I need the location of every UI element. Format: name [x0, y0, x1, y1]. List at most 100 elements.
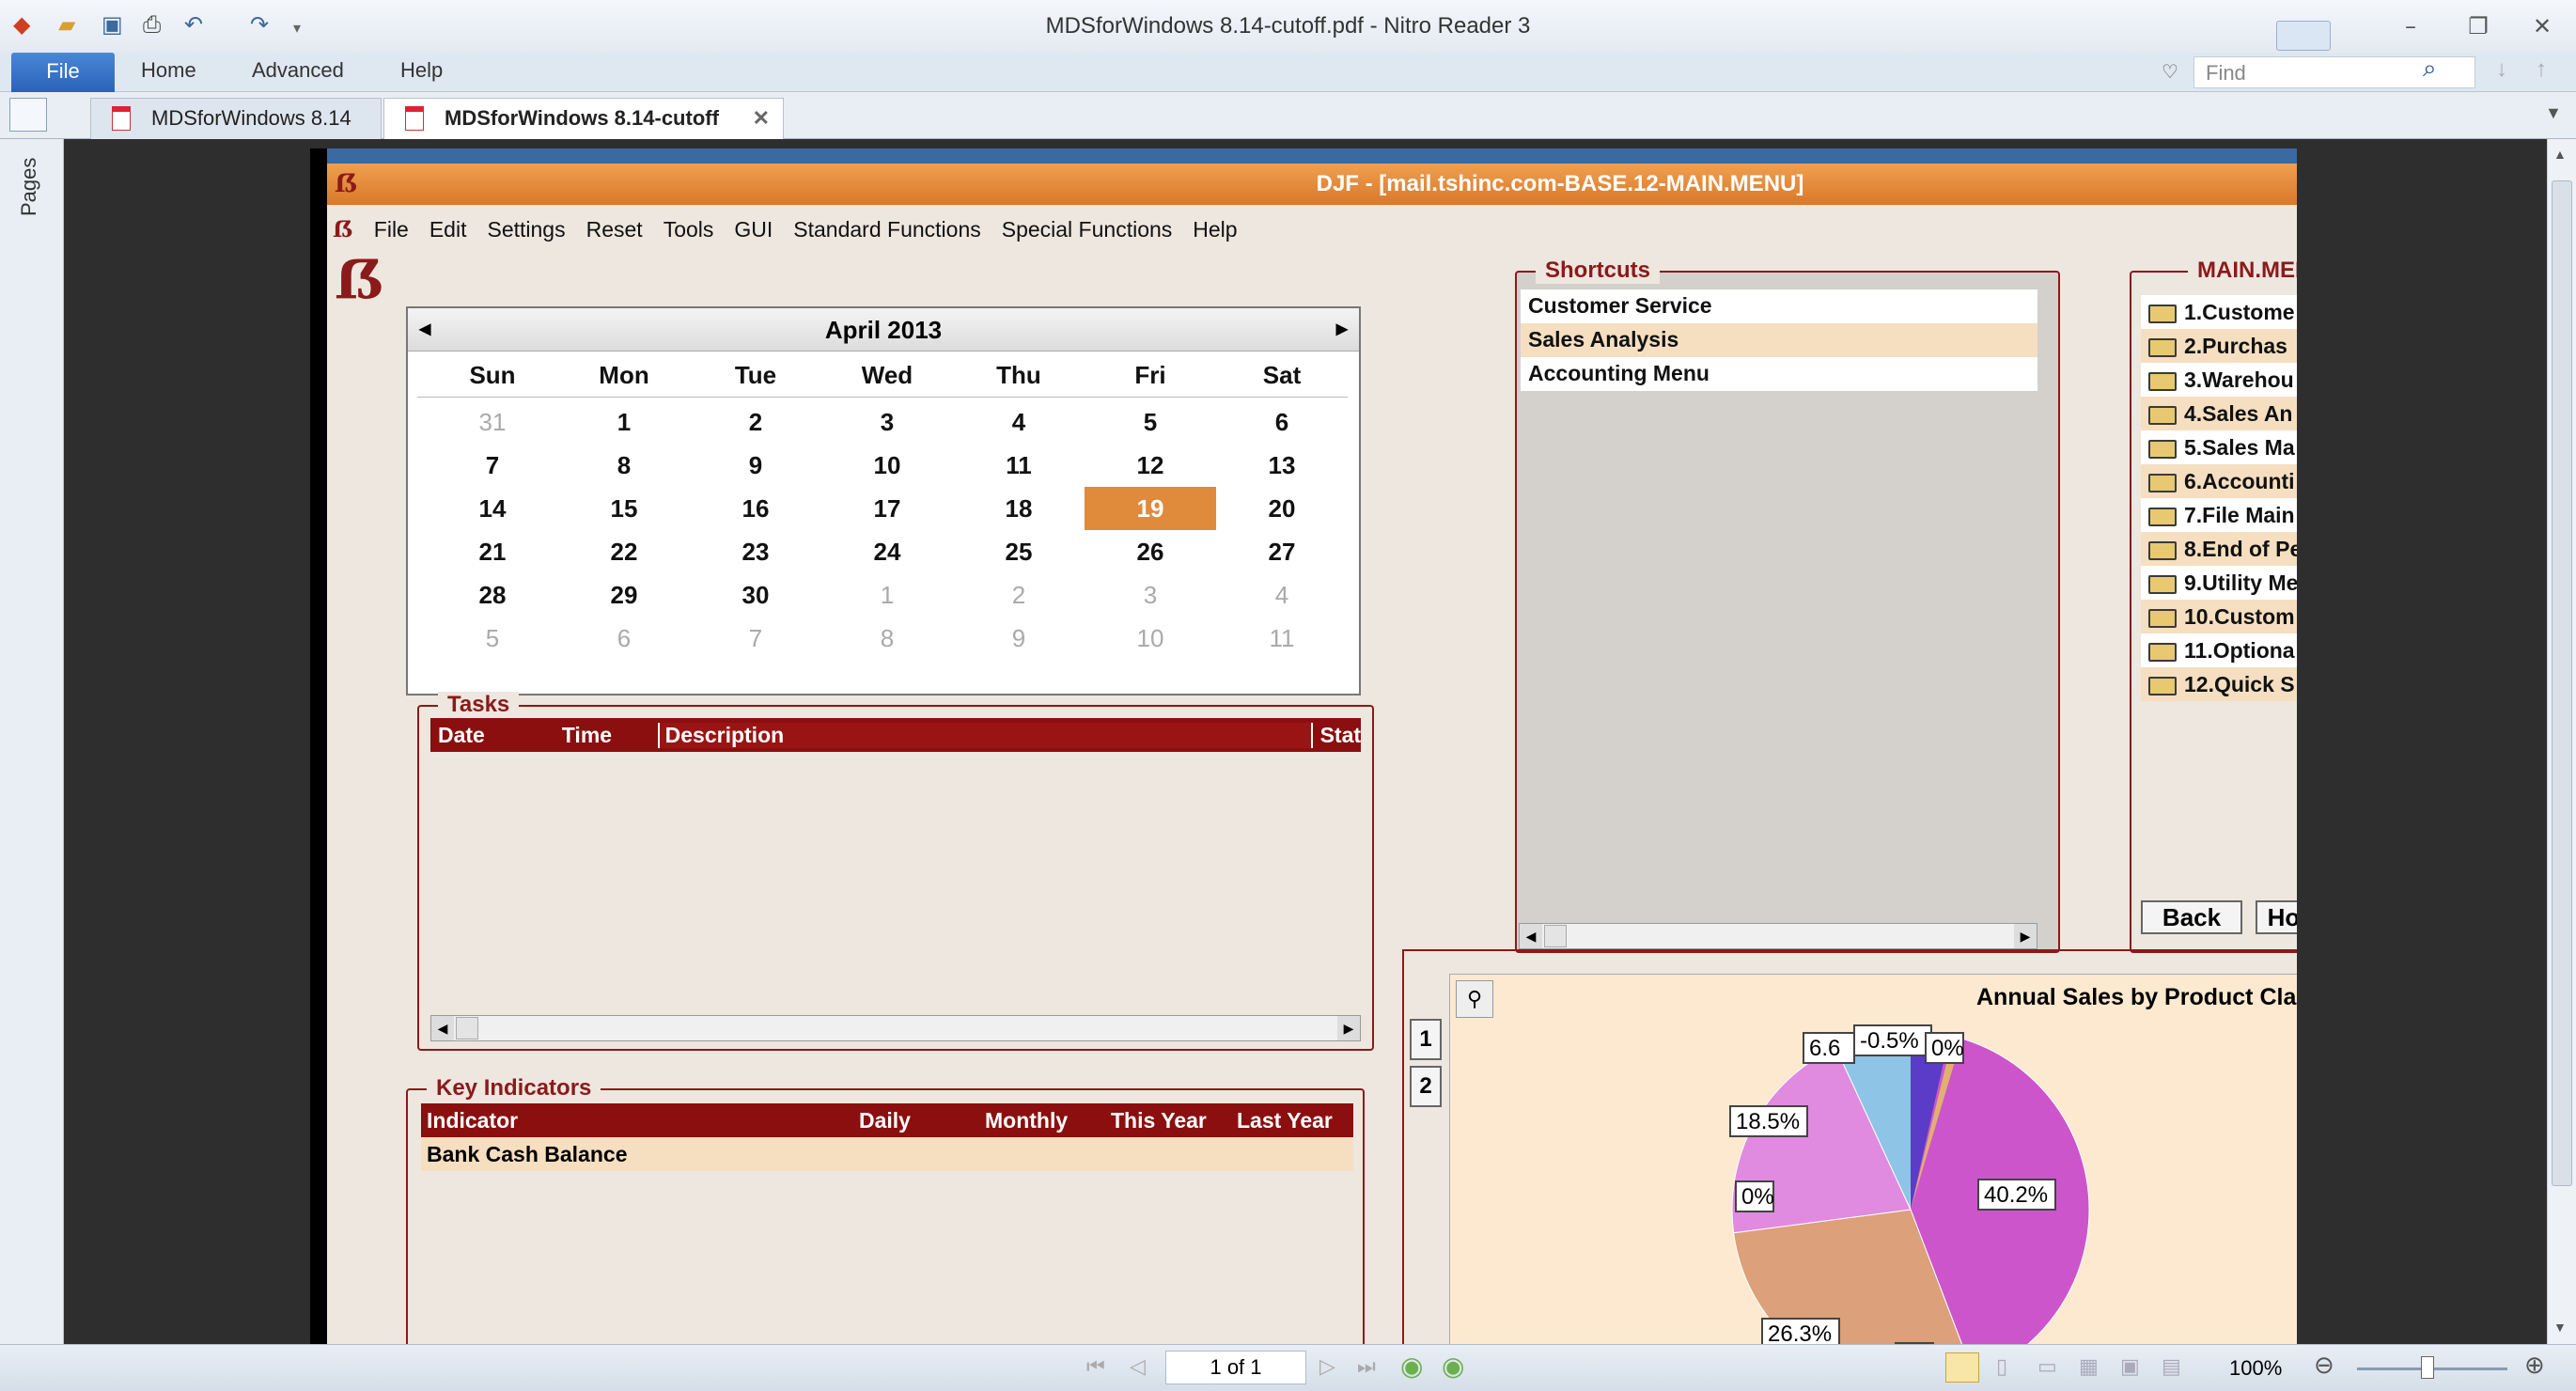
zoom-in-icon[interactable]: ⊕ [2524, 1351, 2545, 1380]
fit-width-icon[interactable]: ▣ [2120, 1354, 2140, 1379]
table-row[interactable]: Bank Cash Balance [421, 1137, 1353, 1171]
calendar-day[interactable]: 25 [953, 530, 1085, 573]
previous-page-icon[interactable]: ◁ [1130, 1354, 1146, 1379]
calendar-day[interactable]: 30 [690, 573, 821, 617]
scroll-down-icon[interactable]: ▼ [2553, 1320, 2567, 1335]
calendar-day[interactable]: 11 [953, 444, 1085, 487]
main-menu-item[interactable]: 8.End of Pe [2141, 532, 2297, 566]
zoom-slider-thumb[interactable] [2421, 1356, 2434, 1379]
shortcut-sales-analysis[interactable]: Sales Analysis [1521, 323, 2037, 357]
tab-list-dropdown-icon[interactable]: ▼ [2545, 103, 2562, 123]
shortcut-accounting-menu[interactable]: Accounting Menu [1521, 357, 2037, 391]
find-next-icon[interactable]: ↓ [2496, 56, 2507, 83]
home-button[interactable]: Ho [2256, 900, 2297, 934]
main-menu-item[interactable]: 9.Utility Me [2141, 566, 2297, 600]
main-menu-item[interactable]: 3.Warehou [2141, 363, 2297, 397]
main-menu-item[interactable]: 1.Custome [2141, 295, 2297, 329]
main-menu-item[interactable]: 4.Sales An [2141, 397, 2297, 430]
pages-panel-tab[interactable]: Pages [17, 147, 45, 216]
tab-document-2[interactable]: MDSforWindows 8.14-cutoff ✕ [383, 98, 784, 139]
calendar-day[interactable]: 17 [821, 487, 953, 530]
vertical-scrollbar[interactable]: ▲ ▼ [2547, 139, 2576, 1344]
calendar-day[interactable]: 24 [821, 530, 953, 573]
back-button[interactable]: Back [2141, 900, 2242, 934]
find-options-icon[interactable]: ♡ [2162, 60, 2178, 84]
calendar-day[interactable]: 10 [1085, 617, 1216, 660]
scroll-right-icon[interactable]: ▶ [2014, 924, 2037, 948]
main-menu-item[interactable]: 2.Purchas [2141, 329, 2297, 363]
menu-tools[interactable]: Tools [664, 217, 714, 242]
main-menu-item[interactable]: 11.Optiona [2141, 633, 2297, 667]
main-menu-item[interactable]: 6.Accounti [2141, 464, 2297, 498]
first-page-icon[interactable]: ⏮ [1086, 1354, 1105, 1379]
menu-help[interactable]: Help [1193, 217, 1237, 242]
calendar-day[interactable]: 28 [427, 573, 558, 617]
calendar-day[interactable]: 8 [821, 617, 953, 660]
calendar-day[interactable]: 13 [1216, 444, 1348, 487]
calendar-day[interactable]: 2 [690, 400, 821, 444]
shortcuts-horizontal-scrollbar[interactable]: ◀ ▶ [1519, 923, 2037, 949]
shortcut-customer-service[interactable]: Customer Service [1521, 289, 2037, 323]
calendar-day[interactable]: 8 [558, 444, 690, 487]
calendar-day[interactable]: 19 [1085, 487, 1216, 530]
calendar-day[interactable]: 23 [690, 530, 821, 573]
next-page-icon[interactable]: ▷ [1319, 1354, 1335, 1379]
scroll-up-icon[interactable]: ▲ [2553, 147, 2567, 162]
calendar-day[interactable]: 5 [427, 617, 558, 660]
menu-reset[interactable]: Reset [586, 217, 643, 242]
back-view-icon[interactable]: ◉ [1400, 1351, 1423, 1382]
main-menu-item[interactable]: 12.Quick S [2141, 667, 2297, 701]
calendar-day[interactable]: 9 [953, 617, 1085, 660]
scroll-thumb[interactable] [2552, 180, 2572, 1186]
chart-tool-icon[interactable]: ⚲ [1456, 980, 1493, 1018]
calendar-day[interactable]: 7 [427, 444, 558, 487]
menu-file[interactable]: File [374, 217, 409, 242]
tab-home[interactable]: Home [141, 58, 196, 83]
chart-tab-2[interactable]: 2 [1410, 1066, 1442, 1107]
minimize-button[interactable]: – [2387, 8, 2434, 45]
restore-button[interactable]: ❐ [2455, 8, 2502, 45]
calendar-day[interactable]: 4 [1216, 573, 1348, 617]
facing-view-icon[interactable]: ▭ [2037, 1354, 2057, 1379]
close-button[interactable]: ✕ [2519, 8, 2566, 45]
calendar-day[interactable]: 1 [821, 573, 953, 617]
help-panel-icon[interactable] [2276, 21, 2331, 51]
continuous-view-icon[interactable]: ▯ [1996, 1354, 2007, 1379]
tasks-horizontal-scrollbar[interactable]: ◀ ▶ [430, 1015, 1361, 1041]
calendar-day[interactable]: 3 [821, 400, 953, 444]
scroll-left-icon[interactable]: ◀ [1520, 924, 1542, 948]
previous-month-icon[interactable]: ◀ [419, 308, 430, 352]
tab-advanced[interactable]: Advanced [252, 58, 344, 83]
find-previous-icon[interactable]: ↑ [2536, 56, 2547, 83]
fit-page-icon[interactable]: ▤ [2162, 1354, 2181, 1379]
main-menu-item[interactable]: 7.File Main [2141, 498, 2297, 532]
calendar-day[interactable]: 5 [1085, 400, 1216, 444]
calendar-day[interactable]: 6 [558, 617, 690, 660]
main-menu-item[interactable]: 10.Custom [2141, 600, 2297, 633]
last-page-icon[interactable]: ⏭ [1357, 1354, 1376, 1379]
chart-tab-1[interactable]: 1 [1410, 1019, 1442, 1060]
scroll-right-icon[interactable]: ▶ [1337, 1016, 1360, 1040]
facing-continuous-view-icon[interactable]: ▦ [2079, 1354, 2099, 1379]
zoom-level[interactable]: 100% [2229, 1356, 2282, 1381]
calendar-day[interactable]: 2 [953, 573, 1085, 617]
calendar-day[interactable]: 31 [427, 400, 558, 444]
next-month-icon[interactable]: ▶ [1336, 308, 1348, 352]
main-menu-item[interactable]: 5.Sales Ma [2141, 430, 2297, 464]
calendar-day[interactable]: 12 [1085, 444, 1216, 487]
close-tab-icon[interactable]: ✕ [753, 106, 770, 131]
calendar-day[interactable]: 3 [1085, 573, 1216, 617]
calendar-day[interactable]: 26 [1085, 530, 1216, 573]
calendar-day[interactable]: 11 [1216, 617, 1348, 660]
calendar-day[interactable]: 16 [690, 487, 821, 530]
calendar-day[interactable]: 10 [821, 444, 953, 487]
pages-panel-icon[interactable] [9, 98, 47, 132]
calendar-day[interactable]: 4 [953, 400, 1085, 444]
search-icon[interactable]: ⌕ [2423, 55, 2437, 84]
single-page-view-icon[interactable] [1945, 1352, 1979, 1383]
scroll-thumb[interactable] [456, 1017, 478, 1039]
menu-settings[interactable]: Settings [487, 217, 565, 242]
calendar-day[interactable]: 20 [1216, 487, 1348, 530]
menu-edit[interactable]: Edit [429, 217, 467, 242]
forward-view-icon[interactable]: ◉ [1442, 1351, 1464, 1382]
